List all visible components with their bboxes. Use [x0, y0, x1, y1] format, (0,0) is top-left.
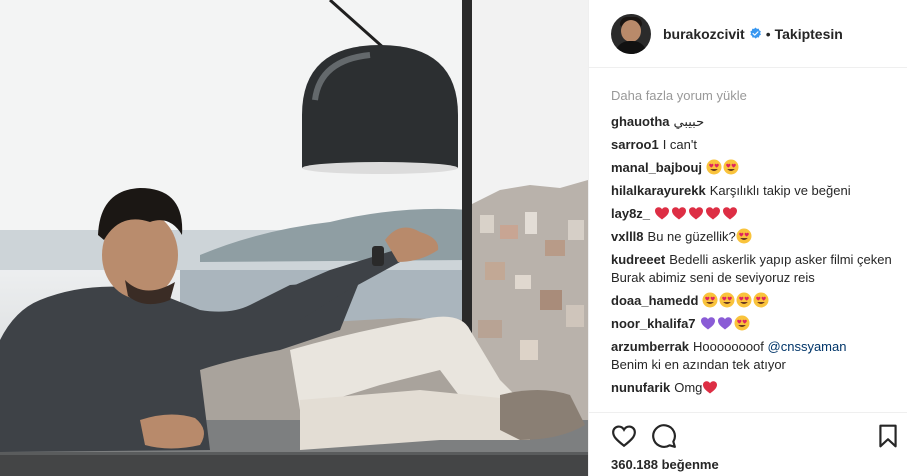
red-heart-emoji-icon [689, 207, 704, 220]
comment-text: حبيبي [673, 114, 705, 129]
comment-item: lay8z_ [611, 205, 896, 223]
comment-item: doaa_hamedd [611, 292, 896, 310]
comment-item: manal_bajbouj [611, 159, 896, 177]
post-photo[interactable] [0, 0, 588, 476]
comment-item: vxlll8 Bu ne güzellik? [611, 228, 896, 246]
comment-username[interactable]: doaa_hamedd [611, 293, 698, 308]
post-side-panel: burakozcivit • Takiptesin Daha fazla yor… [588, 0, 907, 476]
comment-item: nunufarik Omg [611, 379, 896, 397]
photo-scene [0, 0, 588, 476]
purple-heart-emoji-icon [700, 317, 715, 330]
heart-eyes-emoji-icon [702, 292, 718, 308]
verified-badge-icon [750, 27, 761, 39]
like-count[interactable]: 360.188 beğenme [611, 457, 719, 472]
comment-text-continued: Benim ki en azından tek atıyor [611, 357, 786, 372]
comment-text: Bu ne güzellik? [647, 229, 736, 244]
comment-text: I can't [662, 137, 697, 152]
heart-eyes-emoji-icon [736, 292, 752, 308]
comment-mention-link[interactable]: @cnssyaman [768, 339, 847, 354]
comment-username[interactable]: arzumberrak [611, 339, 689, 354]
red-heart-emoji-icon [723, 207, 738, 220]
heart-eyes-emoji-icon [706, 159, 722, 175]
purple-heart-emoji-icon [717, 317, 732, 330]
heart-outline-icon[interactable] [611, 423, 637, 449]
comment-username[interactable]: manal_bajbouj [611, 160, 702, 175]
comment-item: hilalkarayurekk Karşılıklı takip ve beğen… [611, 182, 896, 200]
comment-username[interactable]: ghauotha [611, 114, 670, 129]
heart-eyes-emoji-icon [734, 315, 750, 331]
comment-username[interactable]: sarroo1 [611, 137, 659, 152]
heart-eyes-emoji-icon [723, 159, 739, 175]
bookmark-icon[interactable] [875, 423, 901, 449]
post-actions: 360.188 beğenme [589, 412, 907, 476]
post-header: burakozcivit • Takiptesin [589, 0, 907, 68]
header-separator: • [765, 25, 771, 42]
comment-item: kudreeet Bedelli askerlik yapıp asker fil… [611, 251, 896, 287]
comment-text: Hoooooooof [693, 339, 764, 354]
comment-item: ghauotha حبيبي [611, 113, 896, 131]
comments-list: Daha fazla yorum yükle ghauotha حبيبي sarr… [611, 86, 896, 397]
comment-username[interactable]: hilalkarayurekk [611, 183, 706, 198]
heart-eyes-emoji-icon [736, 228, 752, 244]
comment-item: noor_khalifa7 [611, 315, 896, 333]
comment-item: arzumberrak Hoooooooof @cnssyaman Benim ki… [611, 338, 896, 374]
red-heart-emoji-icon [703, 381, 718, 394]
comment-username[interactable]: nunufarik [611, 380, 670, 395]
heart-eyes-emoji-icon [719, 292, 735, 308]
comment-text: Omg [674, 380, 703, 395]
red-heart-emoji-icon [655, 207, 670, 220]
user-avatar[interactable] [611, 13, 651, 54]
comment-username[interactable]: vxlll8 [611, 229, 644, 244]
red-heart-emoji-icon [706, 207, 721, 220]
follow-status[interactable]: Takiptesin [775, 26, 843, 42]
load-more-comments[interactable]: Daha fazla yorum yükle [611, 86, 896, 108]
comment-text: Karşılıklı takip ve beğeni [709, 183, 851, 198]
comment-item: sarroo1 I can't [611, 136, 896, 154]
heart-eyes-emoji-icon [753, 292, 769, 308]
comment-username[interactable]: noor_khalifa7 [611, 316, 696, 331]
comment-username[interactable]: kudreeet [611, 252, 665, 267]
red-heart-emoji-icon [672, 207, 687, 220]
post-username[interactable]: burakozcivit [663, 26, 745, 42]
comment-username[interactable]: lay8z_ [611, 206, 650, 221]
speech-bubble-icon[interactable] [651, 423, 677, 449]
